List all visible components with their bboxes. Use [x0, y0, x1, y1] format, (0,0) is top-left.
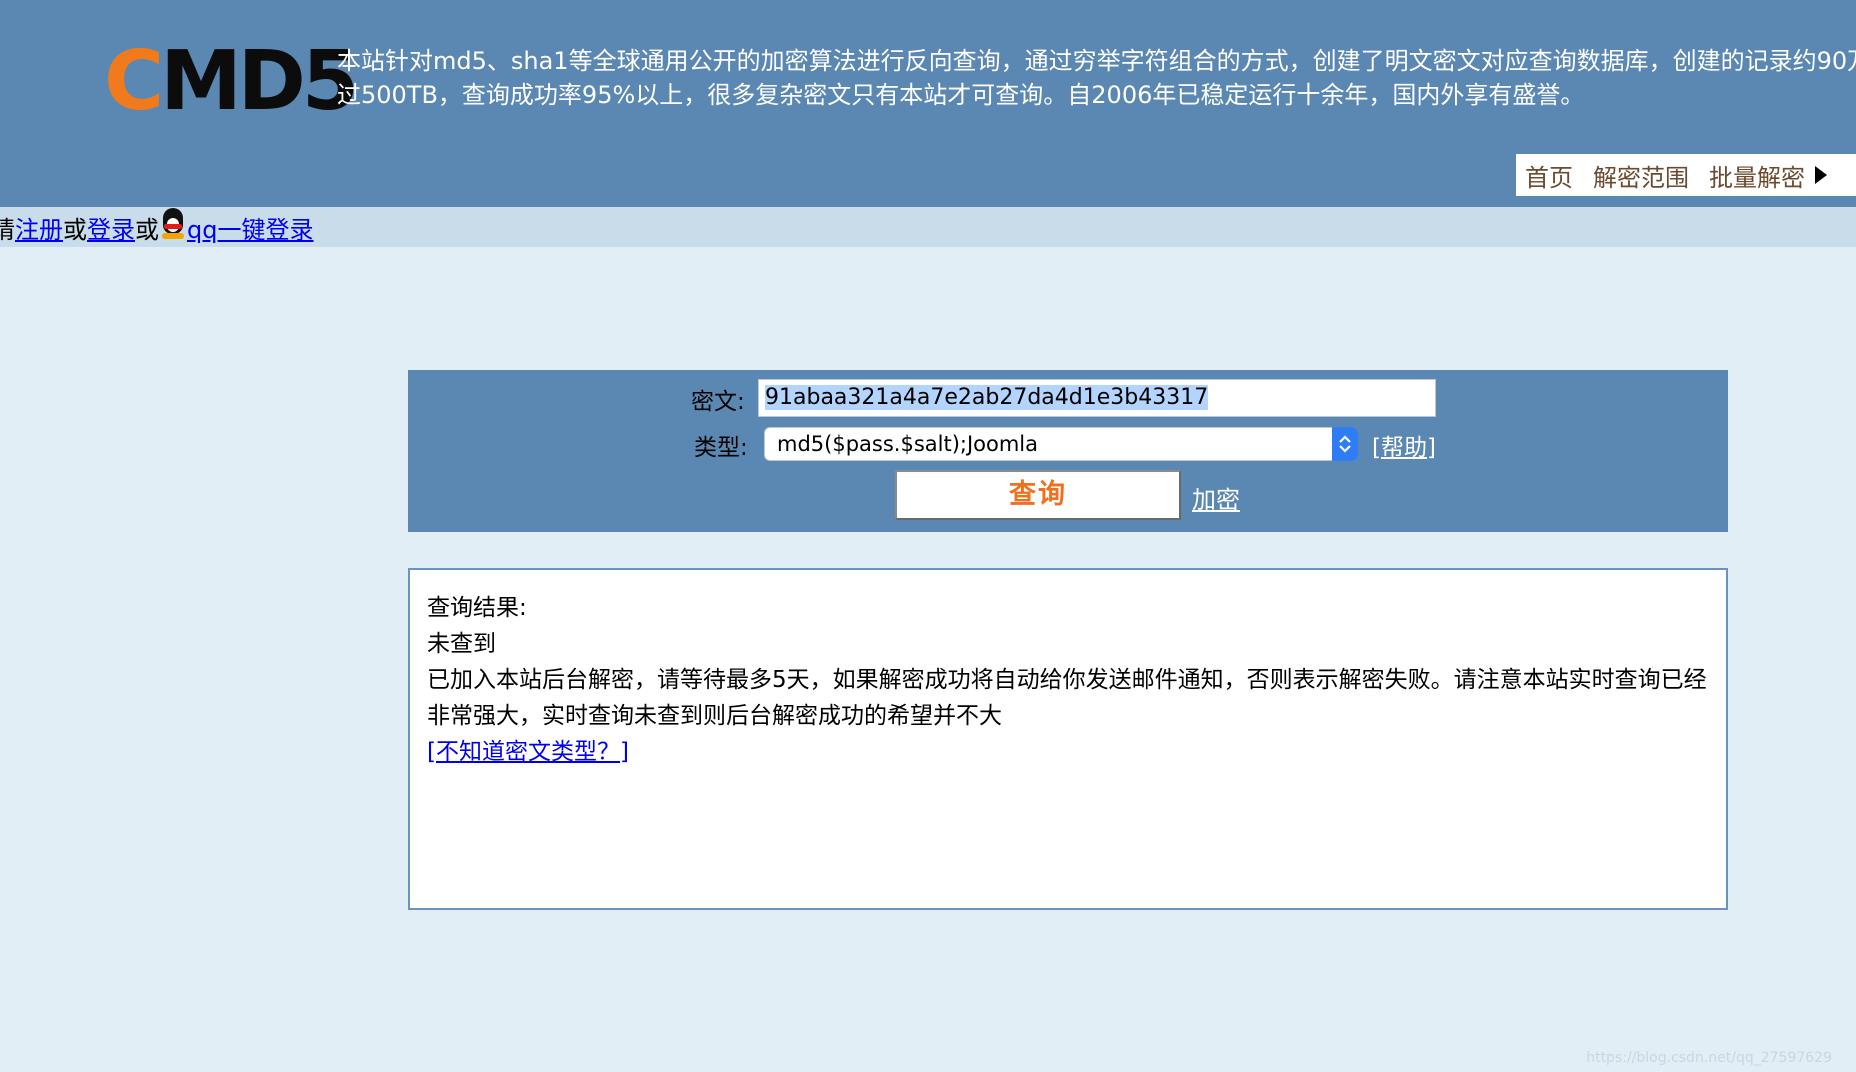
logo-letter-c: C [104, 34, 164, 129]
site-intro: 本站针对md5、sha1等全球通用公开的加密算法进行反向查询，通过穷举字符组合的… [337, 44, 1856, 112]
register-link[interactable]: 注册 [15, 207, 63, 247]
top-nav: 首页 解密范围 批量解密 [1516, 154, 1856, 196]
cipher-value: 91abaa321a4a7e2ab27da4d1e3b43317 [765, 385, 1209, 410]
nav-batch-decrypt[interactable]: 批量解密 [1709, 158, 1805, 193]
watermark: https://blog.csdn.net/qq_27597629 [1586, 1050, 1832, 1066]
unknown-type-link[interactable]: [不知道密文类型？] [427, 739, 629, 765]
help-link[interactable]: [帮助] [1372, 428, 1436, 462]
cipher-label: 密文: [691, 389, 745, 415]
select-arrows-icon[interactable] [1332, 427, 1358, 461]
qq-penguin-icon[interactable] [161, 208, 185, 240]
or-text-1: 或 [63, 216, 87, 244]
cmd5-logo[interactable]: CMD5 [104, 41, 359, 123]
logo-letters-md5: MD5 [160, 34, 359, 129]
intro-line-2: 过500TB，查询成功率95%以上，很多复杂密文只有本站才可查询。自2006年已… [337, 81, 1585, 109]
result-status: 未查到 [427, 631, 496, 657]
login-bar: 请 注册 或 登录 或 qq一键登录 [0, 207, 1856, 247]
query-button[interactable]: 查询 [895, 470, 1181, 520]
result-title: 查询结果: [427, 595, 527, 621]
login-link[interactable]: 登录 [87, 207, 135, 247]
help-open-bracket: [ [1372, 435, 1381, 461]
type-label: 类型: [694, 435, 748, 461]
login-prefix: 请 [0, 216, 15, 244]
help-close-bracket: ] [1426, 435, 1436, 461]
nav-home[interactable]: 首页 [1525, 158, 1573, 193]
triangle-right-icon[interactable] [1815, 166, 1827, 184]
help-label: 帮助 [1380, 435, 1427, 461]
result-box: 查询结果: 未查到 已加入本站后台解密，请等待最多5天，如果解密成功将自动给你发… [408, 568, 1728, 910]
cipher-input[interactable]: 91abaa321a4a7e2ab27da4d1e3b43317 [758, 379, 1436, 417]
or-text-2: 或 [135, 216, 159, 244]
nav-decrypt-range[interactable]: 解密范围 [1593, 158, 1689, 193]
qq-login-link[interactable]: qq一键登录 [187, 207, 313, 247]
type-select-value: md5($pass.$salt);Joomla [777, 432, 1039, 456]
intro-line-1: 本站针对md5、sha1等全球通用公开的加密算法进行反向查询，通过穷举字符组合的… [337, 47, 1856, 75]
encrypt-link[interactable]: 加密 [1192, 480, 1240, 515]
type-select[interactable]: md5($pass.$salt);Joomla [764, 427, 1358, 461]
result-message: 已加入本站后台解密，请等待最多5天，如果解密成功将自动给你发送邮件通知，否则表示… [427, 667, 1707, 729]
site-header: CMD5 本站针对md5、sha1等全球通用公开的加密算法进行反向查询，通过穷举… [0, 0, 1856, 207]
result-content: 查询结果: 未查到 已加入本站后台解密，请等待最多5天，如果解密成功将自动给你发… [427, 590, 1707, 770]
query-form: 密文: 91abaa321a4a7e2ab27da4d1e3b43317 类型:… [408, 370, 1728, 532]
